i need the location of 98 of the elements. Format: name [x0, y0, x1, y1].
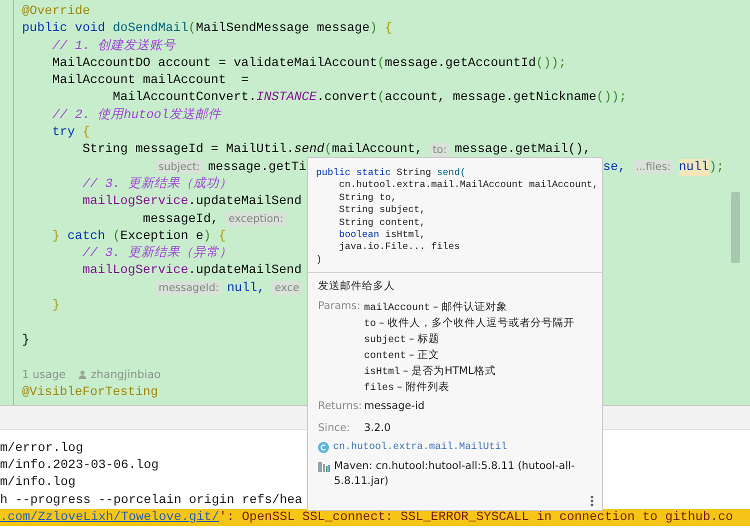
code-text: {: [81, 124, 90, 142]
parameter-hint: to:: [430, 143, 450, 158]
more-icon[interactable]: [590, 495, 594, 508]
terminal-line: m/error.log: [0, 440, 84, 457]
code-text: mailAccount,: [332, 141, 423, 158]
error-message: ': OpenSSL SSL_connect: SSL_ERROR_SYSCALL in connection to github.co: [219, 508, 734, 526]
author-name[interactable]: zhangjinbiao: [90, 366, 161, 384]
param-name: to: [364, 319, 376, 330]
code-text: .convert: [316, 89, 378, 106]
code-text: message.getAccountId: [384, 54, 536, 72]
parameter-hint: exce: [272, 281, 302, 296]
code-text: public void: [22, 20, 106, 38]
code-text: Exception e: [120, 228, 204, 245]
parameter-hint: ...files:: [632, 160, 674, 174]
code-text: (: [112, 228, 120, 245]
repository-link[interactable]: .com/ZzloveLixh/Towelove.git/: [0, 508, 220, 526]
code-text: (: [377, 89, 385, 106]
signature-text: String: [396, 167, 432, 180]
param-description: – 邮件认证对象: [433, 301, 508, 314]
code-text: doSendMail: [112, 20, 188, 38]
class-icon: [318, 442, 329, 454]
signature-text: public static: [316, 167, 392, 180]
code-text: @Override: [22, 3, 90, 20]
class-link[interactable]: cn.hutool.extra.mail.MailUtil: [333, 442, 508, 454]
method-description: 发送邮件给多人: [318, 279, 396, 294]
code-text: String messageId = MailUtil.: [82, 141, 294, 158]
terminal-line: m/info.log: [0, 474, 76, 492]
code-text: se,: [603, 158, 626, 176]
library-info: Maven: cn.hutool:hutool-all:5.8.11 (hutool-all-5.8.11.jar): [334, 459, 576, 490]
code-text: (: [377, 54, 385, 72]
code-text: catch: [67, 228, 106, 245]
code-text: INSTANCE: [256, 89, 317, 106]
code-text: .updateMailSend: [188, 262, 302, 280]
code-comment: // 3. 更新结果（异常）: [82, 245, 232, 262]
code-text: {: [384, 20, 392, 38]
returns-value: message-id: [364, 400, 425, 412]
signature-text: cn.hutool.extra.mail.MailAccount mailAccount,: [339, 179, 598, 192]
terminal-line: m/info.2023-03-06.log: [0, 457, 159, 474]
param-description: – 正文: [409, 349, 440, 362]
code-text: message.getMail(),: [454, 141, 591, 158]
code-text: message.getTi: [208, 158, 306, 176]
code-text: ): [370, 20, 378, 38]
code-text: account, message.getNickname: [384, 89, 596, 106]
signature-text: String subject,: [339, 204, 426, 217]
code-text: mailLogService: [82, 262, 188, 280]
code-text: MailAccount mailAccount =: [52, 72, 249, 90]
code-text: MailAccountDO account = validateMailAccount: [52, 54, 378, 72]
scrollbar-thumb[interactable]: [731, 192, 740, 263]
param-name: mailAccount: [364, 303, 430, 314]
code-text: (: [188, 20, 196, 38]
code-comment: // 2. 使用hutool发送邮件: [52, 106, 221, 124]
code-text: }: [52, 228, 61, 245]
signature-text: boolean: [339, 229, 380, 242]
parameter-hint: subject:: [155, 160, 204, 174]
code-text: null: [678, 158, 709, 176]
code-text: }: [22, 332, 30, 349]
signature-text: isHtml,: [385, 229, 426, 242]
code-comment: // 1. 创建发送账号: [52, 38, 176, 55]
parameter-hint: messageId:: [155, 281, 222, 296]
param-description: – 是否为HTML格式: [403, 365, 496, 378]
code-text: null,: [226, 280, 265, 297]
code-text: try: [52, 124, 75, 142]
returns-label: Returns:: [318, 400, 363, 412]
params-label: Params:: [318, 300, 362, 314]
code-text: ());: [536, 54, 566, 72]
param-name: subject: [364, 335, 406, 346]
code-text: );: [708, 158, 724, 176]
code-text: mailLogService: [82, 193, 188, 210]
code-text: @VisibleForTesting: [22, 384, 158, 401]
since-value: 3.2.0: [364, 422, 391, 434]
code-text: MailSendMessage message: [196, 20, 370, 38]
code-text: messageId,: [142, 210, 218, 228]
code-text: send: [294, 141, 324, 158]
library-icon: [318, 461, 330, 472]
code-text: MailAccountConvert.: [112, 89, 256, 106]
code-comment: // 3. 更新结果（成功）: [82, 176, 232, 193]
code-text: .updateMailSend: [188, 193, 302, 210]
person-icon: [78, 370, 87, 380]
usage-count[interactable]: 1 usage: [22, 366, 66, 384]
since-label: Since:: [318, 422, 352, 434]
signature-text: String content,: [339, 216, 426, 230]
code-text: ): [203, 228, 211, 245]
param-description: – 标题: [409, 333, 440, 346]
code-text: {: [218, 228, 226, 245]
signature-text: ): [316, 254, 322, 266]
param-description: – 附件列表: [397, 381, 450, 394]
signature-text: java.io.File... files: [339, 241, 460, 254]
parameter-hint: exception:: [225, 212, 286, 226]
param-name: content: [364, 351, 406, 362]
signature-text: String to,: [339, 192, 397, 204]
terminal-line: h --progress --porcelain origin refs/hea: [0, 492, 302, 509]
param-name: isHtml: [364, 367, 400, 378]
param-name: files: [364, 383, 394, 394]
code-text: ());: [596, 89, 627, 106]
code-text: (: [324, 141, 332, 158]
param-description: – 收件人，多个收件人逗号或者分号隔开: [379, 317, 575, 330]
code-text: }: [52, 297, 60, 314]
signature-text: send(: [436, 167, 466, 180]
